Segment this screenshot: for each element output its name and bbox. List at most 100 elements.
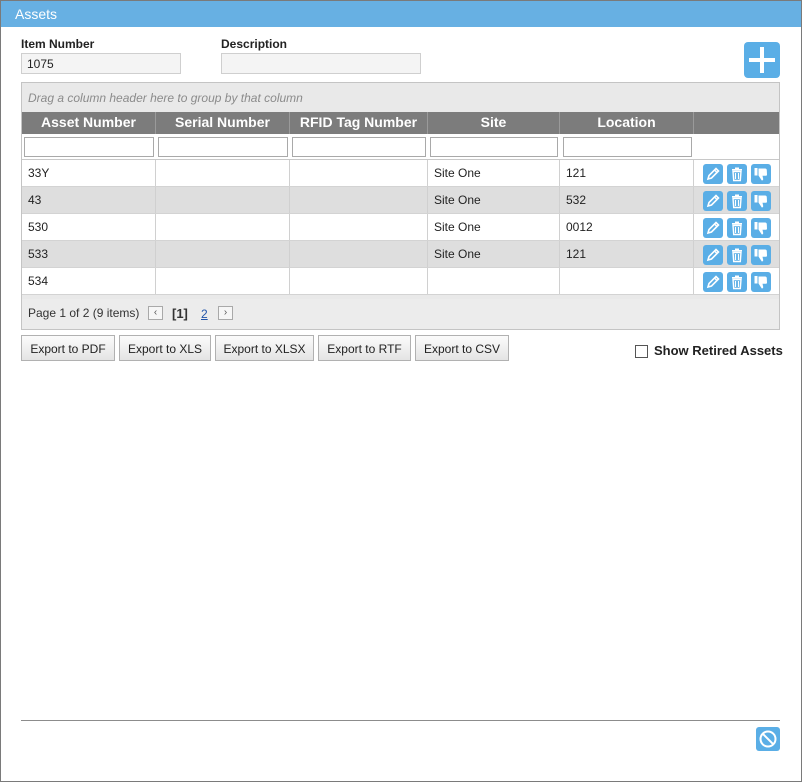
next-page-button[interactable]: › [218, 306, 233, 320]
export-csv-button[interactable]: Export to CSV [415, 335, 509, 361]
thumbs-down-icon [754, 168, 767, 181]
filter-serial-number[interactable] [158, 137, 288, 157]
row-actions [703, 191, 775, 211]
cancel-button[interactable] [756, 727, 780, 751]
prev-page-button[interactable]: ‹ [148, 306, 163, 320]
pager: Page 1 of 2 (9 items) ‹ [1] 2 › [22, 299, 779, 329]
add-asset-button[interactable] [744, 42, 780, 78]
export-rtf-button[interactable]: Export to RTF [318, 335, 411, 361]
column-header-site[interactable]: Site [428, 112, 560, 134]
trash-icon [732, 167, 742, 182]
pencil-icon [706, 194, 720, 208]
cell-serial-number [156, 214, 290, 240]
assets-dialog: Assets Item Number Description Drag a co… [0, 0, 802, 782]
table-row[interactable]: 33Y Site One 121 [22, 160, 779, 187]
filter-rfid-tag-number[interactable] [292, 137, 426, 157]
retire-button[interactable] [751, 245, 771, 265]
export-xlsx-button[interactable]: Export to XLSX [215, 335, 314, 361]
window-title: Assets [1, 1, 801, 27]
cell-serial-number [156, 268, 290, 294]
pencil-icon [706, 221, 720, 235]
retire-button[interactable] [751, 164, 771, 184]
page-link-2[interactable]: 2 [201, 307, 208, 321]
table-row[interactable]: 534 [22, 268, 779, 295]
pencil-icon [706, 167, 720, 181]
cancel-icon [759, 730, 777, 748]
retire-button[interactable] [751, 191, 771, 211]
edit-button[interactable] [703, 164, 723, 184]
thumbs-down-icon [754, 195, 767, 208]
column-header-location[interactable]: Location [560, 112, 694, 134]
show-retired-checkbox[interactable] [635, 345, 648, 358]
edit-button[interactable] [703, 272, 723, 292]
table-row[interactable]: 43 Site One 532 [22, 187, 779, 214]
cell-serial-number [156, 187, 290, 213]
group-panel[interactable]: Drag a column header here to group by th… [22, 83, 779, 112]
delete-button[interactable] [727, 191, 747, 211]
export-pdf-button[interactable]: Export to PDF [21, 335, 115, 361]
row-actions [703, 245, 775, 265]
cell-rfid-tag [290, 268, 428, 294]
delete-button[interactable] [727, 164, 747, 184]
delete-button[interactable] [727, 218, 747, 238]
cell-site [428, 268, 560, 294]
description-input[interactable] [221, 53, 421, 74]
cell-rfid-tag [290, 160, 428, 186]
cell-serial-number [156, 160, 290, 186]
item-number-input[interactable] [21, 53, 181, 74]
current-page: [1] [172, 306, 188, 321]
cell-asset-number: 534 [22, 268, 156, 294]
edit-button[interactable] [703, 218, 723, 238]
retire-button[interactable] [751, 272, 771, 292]
description-label: Description [221, 37, 288, 51]
filter-row [22, 134, 779, 160]
cell-location: 121 [560, 160, 694, 186]
cell-asset-number: 43 [22, 187, 156, 213]
chevron-left-icon: ‹ [153, 307, 158, 318]
table-row[interactable]: 530 Site One 0012 [22, 214, 779, 241]
column-header-rfid-tag-number[interactable]: RFID Tag Number [290, 112, 428, 134]
cell-location: 0012 [560, 214, 694, 240]
trash-icon [732, 221, 742, 236]
cell-rfid-tag [290, 187, 428, 213]
trash-icon [732, 275, 742, 290]
pager-summary: Page 1 of 2 (9 items) [28, 306, 140, 320]
filter-site[interactable] [430, 137, 558, 157]
cell-site: Site One [428, 214, 560, 240]
cell-site: Site One [428, 187, 560, 213]
cell-location: 121 [560, 241, 694, 267]
trash-icon [732, 248, 742, 263]
cell-site: Site One [428, 160, 560, 186]
column-header-serial-number[interactable]: Serial Number [156, 112, 290, 134]
row-actions [703, 272, 775, 292]
cell-asset-number: 533 [22, 241, 156, 267]
table-row[interactable]: 533 Site One 121 [22, 241, 779, 268]
thumbs-down-icon [754, 222, 767, 235]
filter-location[interactable] [563, 137, 692, 157]
delete-button[interactable] [727, 272, 747, 292]
chevron-right-icon: › [223, 307, 228, 318]
edit-button[interactable] [703, 191, 723, 211]
retire-button[interactable] [751, 218, 771, 238]
delete-button[interactable] [727, 245, 747, 265]
edit-button[interactable] [703, 245, 723, 265]
row-actions [703, 164, 775, 184]
show-retired-label[interactable]: Show Retired Assets [654, 343, 783, 358]
pencil-icon [706, 275, 720, 289]
column-header-actions [694, 112, 779, 134]
cell-asset-number: 530 [22, 214, 156, 240]
cell-serial-number [156, 241, 290, 267]
grid-header: Asset Number Serial Number RFID Tag Numb… [22, 112, 779, 134]
row-actions [703, 218, 775, 238]
pencil-icon [706, 248, 720, 262]
export-xls-button[interactable]: Export to XLS [119, 335, 211, 361]
cell-rfid-tag [290, 214, 428, 240]
cell-location: 532 [560, 187, 694, 213]
assets-grid: Drag a column header here to group by th… [21, 82, 780, 330]
filter-asset-number[interactable] [24, 137, 154, 157]
column-header-asset-number[interactable]: Asset Number [22, 112, 156, 134]
cell-asset-number: 33Y [22, 160, 156, 186]
cell-site: Site One [428, 241, 560, 267]
trash-icon [732, 194, 742, 209]
item-number-label: Item Number [21, 37, 95, 51]
